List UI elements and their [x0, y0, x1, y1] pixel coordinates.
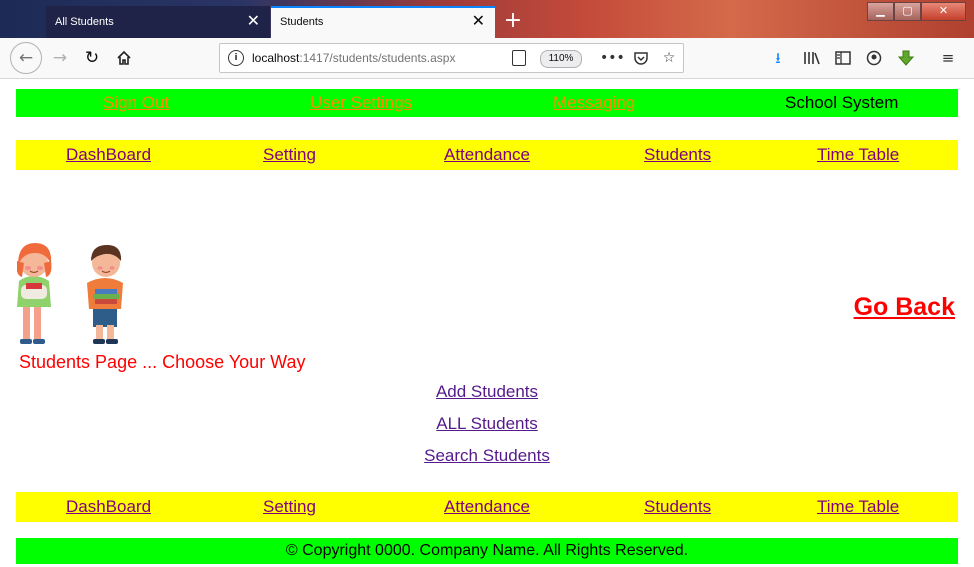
account-shape	[866, 50, 882, 66]
reader-view-icon[interactable]	[512, 50, 526, 66]
messaging-link[interactable]: Messaging	[553, 93, 635, 113]
menu-item-attendance[interactable]: Attendance	[444, 145, 530, 165]
close-window-button[interactable]: ✕	[921, 2, 966, 21]
page-caption: Students Page ... Choose Your Way	[19, 352, 306, 372]
copyright-text: © Copyright 0000. Company Name. All Righ…	[285, 542, 689, 559]
menu-item-time-table[interactable]: Time Table	[817, 497, 899, 517]
reload-button[interactable]: ↻	[78, 46, 106, 70]
url-bar[interactable]: i localhost:1417/students/students.aspx …	[219, 43, 684, 73]
browser-toolbar: ← → ↻ i localhost:1417/students/students…	[0, 38, 974, 79]
tab-title: Students	[280, 16, 324, 28]
tab-title: All Students	[55, 16, 114, 28]
minimize-window-button[interactable]: ▁	[867, 2, 894, 21]
browser-tab-strip: All Students ✕ Students ✕ + ▁ ▢ ✕	[0, 0, 974, 38]
site-info-icon[interactable]: i	[228, 50, 244, 66]
main-menu-top: DashBoard Setting Attendance Students Ti…	[16, 140, 958, 170]
home-button[interactable]	[110, 46, 138, 70]
forward-button[interactable]: →	[46, 46, 74, 70]
close-tab-icon[interactable]: ✕	[472, 8, 485, 36]
new-tab-button[interactable]: +	[500, 6, 526, 36]
main-menu-bottom: DashBoard Setting Attendance Students Ti…	[16, 492, 958, 522]
go-back-link[interactable]: Go Back	[854, 293, 955, 322]
system-name: School System	[785, 93, 899, 112]
footer: © Copyright 0000. Company Name. All Righ…	[16, 538, 958, 564]
menu-item-students[interactable]: Students	[644, 145, 711, 165]
menu-item-setting[interactable]: Setting	[263, 497, 316, 517]
extension-icon[interactable]	[894, 47, 918, 69]
url-path: :1417/students/students.aspx	[299, 51, 456, 65]
menu-item-students[interactable]: Students	[644, 497, 711, 517]
students-illustration	[17, 243, 123, 344]
library-shape	[804, 52, 820, 65]
search-students-row: Search Students	[0, 446, 974, 466]
zoom-level-badge[interactable]: 110%	[540, 50, 582, 68]
menu-item-setting[interactable]: Setting	[263, 145, 316, 165]
add-students-link[interactable]: Add Students	[436, 382, 538, 401]
account-icon[interactable]	[862, 47, 886, 69]
menu-item-dashboard[interactable]: DashBoard	[66, 497, 151, 517]
all-students-link[interactable]: ALL Students	[436, 414, 537, 433]
library-icon[interactable]	[800, 47, 824, 69]
pocket-icon[interactable]	[630, 47, 652, 69]
url-host: localhost	[252, 51, 300, 65]
home-icon	[117, 50, 131, 65]
extension-shape	[897, 50, 915, 66]
all-students-row: ALL Students	[0, 414, 974, 434]
download-icon[interactable]: ⭳	[766, 47, 790, 69]
boy-figure	[87, 245, 123, 344]
pocket-shape	[634, 52, 648, 65]
sidebar-icon[interactable]	[831, 47, 855, 69]
user-settings-link[interactable]: User Settings	[310, 93, 412, 113]
menu-item-attendance[interactable]: Attendance	[444, 497, 530, 517]
url-text[interactable]: localhost:1417/students/students.aspx	[252, 44, 455, 72]
search-students-link[interactable]: Search Students	[424, 446, 550, 465]
menu-item-dashboard[interactable]: DashBoard	[66, 145, 151, 165]
add-students-row: Add Students	[0, 382, 974, 402]
bookmark-star-icon[interactable]: ☆	[658, 47, 680, 69]
tab-students[interactable]: Students ✕	[271, 6, 495, 38]
tab-all-students[interactable]: All Students ✕	[46, 6, 270, 38]
page-actions-icon[interactable]: •••	[600, 47, 625, 69]
close-tab-icon[interactable]: ✕	[247, 6, 260, 38]
sign-out-link[interactable]: Sign Out	[103, 93, 169, 113]
maximize-window-button[interactable]: ▢	[894, 2, 921, 21]
sidebar-shape	[835, 51, 851, 65]
back-button[interactable]: ←	[10, 42, 42, 74]
top-nav-bar: Sign Out User Settings Messaging School …	[16, 89, 958, 117]
menu-item-time-table[interactable]: Time Table	[817, 145, 899, 165]
menu-icon[interactable]: ≡	[936, 47, 960, 69]
girl-figure	[17, 243, 52, 344]
